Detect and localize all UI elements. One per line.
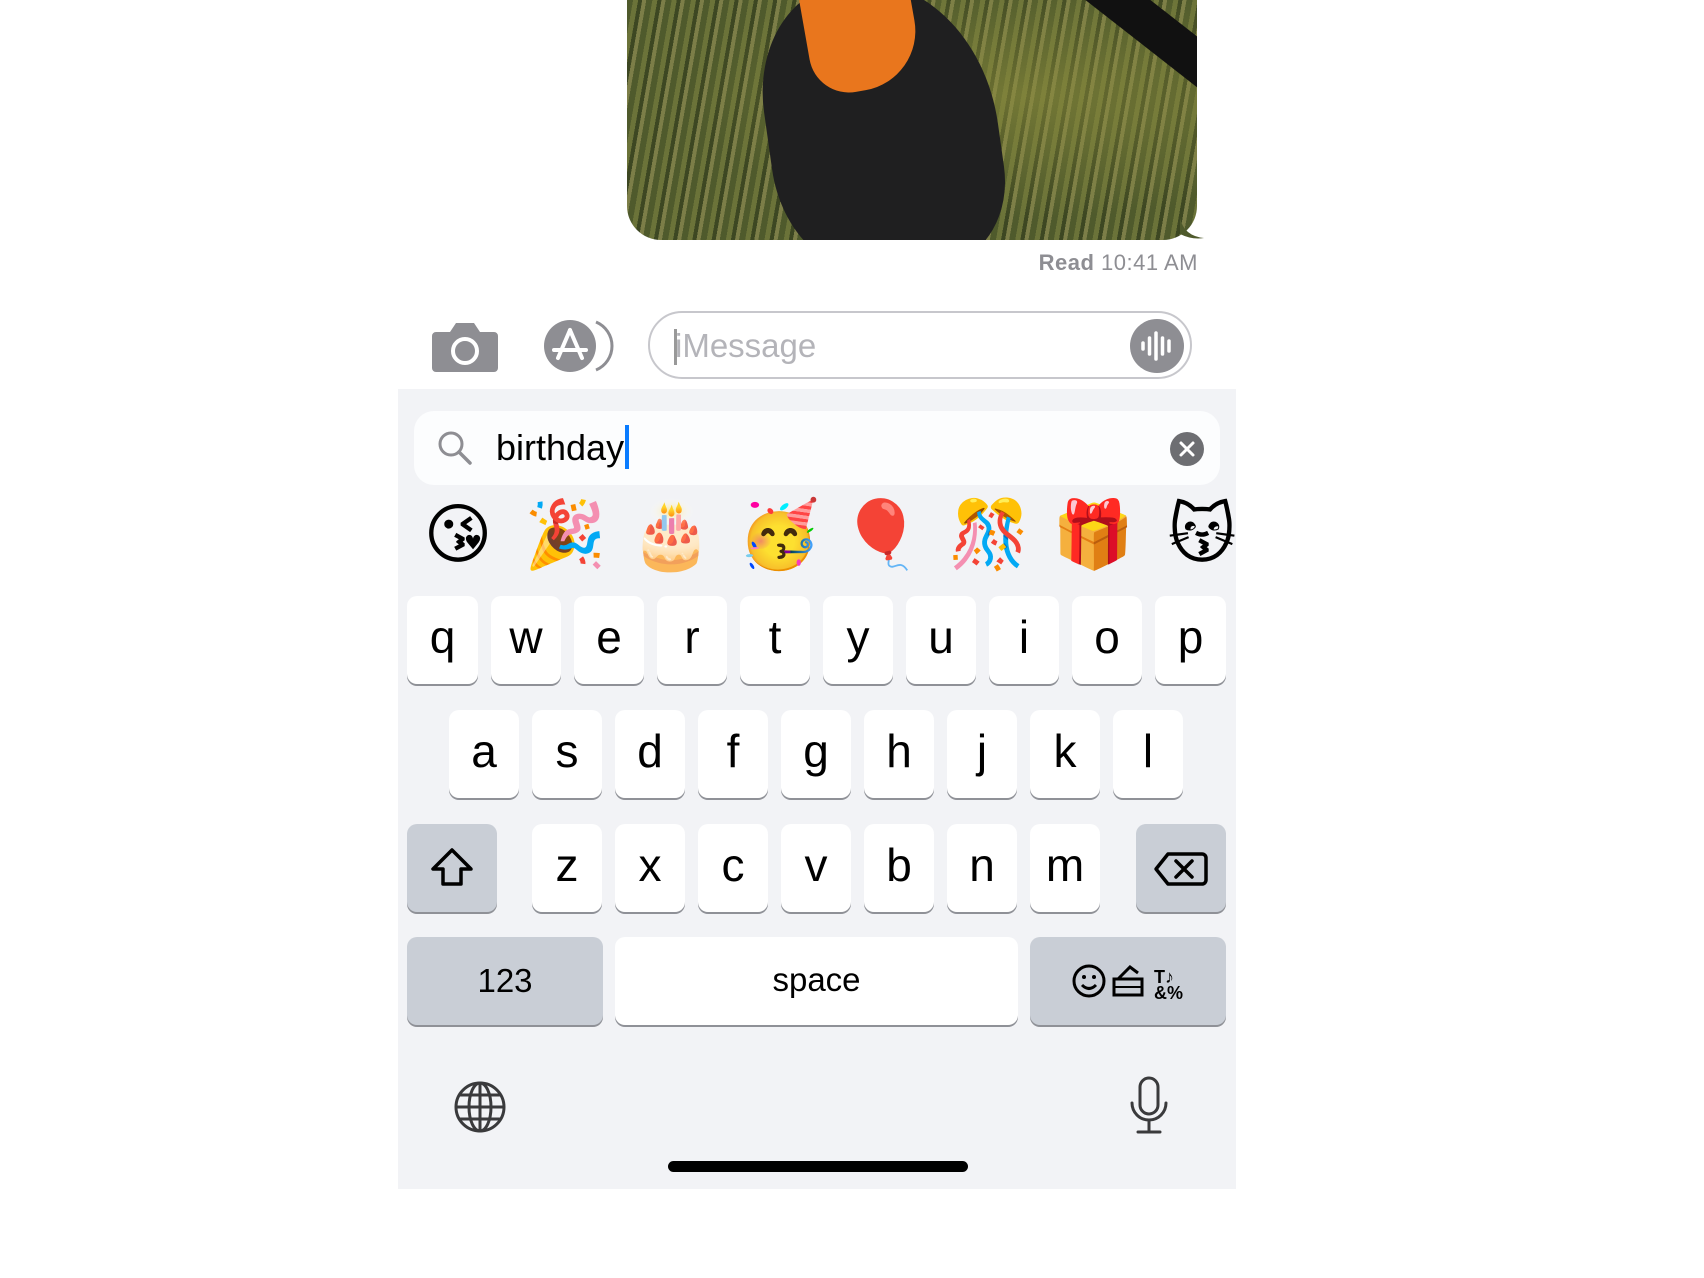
key-label: c	[721, 839, 745, 891]
emoji-result[interactable]: 🎉	[524, 495, 606, 575]
bubble-tail	[1180, 218, 1204, 239]
key-label: e	[596, 611, 622, 663]
key[interactable]: e	[574, 596, 644, 684]
key[interactable]: s	[532, 710, 602, 798]
search-icon	[438, 431, 472, 465]
emoji-result[interactable]: 🥳	[738, 495, 820, 575]
text-cursor	[625, 425, 630, 469]
key[interactable]: o	[1072, 596, 1142, 684]
microphone-icon	[1130, 1076, 1168, 1134]
key[interactable]: j	[947, 710, 1017, 798]
key-label: n	[969, 839, 995, 891]
key[interactable]: g	[781, 710, 851, 798]
globe-button[interactable]	[452, 1079, 508, 1135]
emoji-search-query: birthday	[496, 427, 625, 468]
emoji-search-field[interactable]: birthday	[414, 411, 1220, 485]
photo-message[interactable]	[627, 0, 1197, 240]
key-label: h	[886, 725, 912, 777]
key[interactable]: n	[947, 824, 1017, 912]
key-label: s	[555, 725, 579, 777]
camera-icon	[432, 323, 498, 372]
key[interactable]: t	[740, 596, 810, 684]
key[interactable]: x	[615, 824, 685, 912]
key-label: j	[976, 725, 988, 777]
key[interactable]: q	[407, 596, 478, 684]
globe-icon	[454, 1081, 506, 1133]
key[interactable]: z	[532, 824, 602, 912]
key[interactable]: y	[823, 596, 893, 684]
home-indicator[interactable]	[668, 1161, 968, 1172]
key-label: k	[1053, 725, 1077, 777]
key-label: p	[1177, 611, 1204, 663]
shift-arrow-icon	[431, 848, 473, 886]
key-label: q	[429, 611, 456, 663]
shift-key[interactable]	[407, 824, 497, 912]
key-label: t	[768, 611, 782, 663]
numbers-key[interactable]: 123	[407, 937, 603, 1025]
key-label: v	[804, 839, 828, 891]
key[interactable]: p	[1155, 596, 1226, 684]
emoji-result[interactable]: 🎊	[948, 495, 1030, 575]
key[interactable]: v	[781, 824, 851, 912]
key-label: a	[471, 725, 497, 777]
key[interactable]: h	[864, 710, 934, 798]
delete-key[interactable]	[1136, 824, 1226, 912]
clear-search-button[interactable]	[1170, 432, 1204, 466]
space-key-label: space	[772, 961, 861, 998]
emoji-result[interactable]: 😘	[418, 495, 498, 575]
symbols-glyph: &%	[1154, 983, 1183, 1003]
key[interactable]: d	[615, 710, 685, 798]
camera-button[interactable]	[432, 318, 498, 374]
close-icon	[1179, 441, 1195, 457]
key-label: f	[726, 725, 740, 777]
emoji-symbols-icon: T♪ &%	[1072, 964, 1183, 1003]
key[interactable]: w	[491, 596, 561, 684]
key-label: u	[928, 611, 954, 663]
key-label: o	[1094, 611, 1120, 663]
emoji-result[interactable]: 🎈	[840, 495, 922, 575]
emoji-result[interactable]: 😽	[1162, 495, 1236, 575]
audio-message-button[interactable]	[1130, 319, 1184, 373]
waveform-icon	[1141, 331, 1171, 361]
key[interactable]: f	[698, 710, 768, 798]
keyboard: birthday 😘 🎉 🎂 🥳 🎈 🎊 🎁 😽 q w e r t y u i…	[398, 389, 1236, 1189]
key[interactable]: k	[1030, 710, 1100, 798]
key[interactable]: m	[1030, 824, 1100, 912]
key-label: w	[509, 611, 543, 663]
emoji-result[interactable]: 🎂	[630, 495, 712, 575]
key-label: y	[846, 611, 870, 663]
message-input[interactable]: iMessage	[648, 311, 1192, 379]
key-label: m	[1045, 839, 1085, 891]
emoji-search-text: birthday	[496, 425, 630, 469]
emoji-results: 😘 🎉 🎂 🥳 🎈 🎊 🎁 😽	[398, 495, 1236, 575]
key[interactable]: l	[1113, 710, 1183, 798]
emoji-result[interactable]: 🎁	[1052, 495, 1134, 575]
space-key[interactable]: space	[615, 937, 1018, 1025]
key[interactable]: b	[864, 824, 934, 912]
emoji-keyboard-key[interactable]: T♪ &%	[1030, 937, 1226, 1025]
key[interactable]: a	[449, 710, 519, 798]
key-label: r	[684, 611, 700, 663]
key-label: d	[637, 725, 663, 777]
leash	[1047, 0, 1197, 94]
key-label: b	[886, 839, 912, 891]
key-label: l	[1142, 725, 1154, 777]
key-label: z	[555, 839, 579, 891]
app-store-icon	[544, 320, 614, 372]
message-placeholder: iMessage	[675, 327, 817, 364]
numbers-key-label: 123	[477, 962, 533, 999]
dictation-button[interactable]	[1126, 1075, 1172, 1137]
key-label: x	[638, 839, 662, 891]
backspace-icon	[1154, 852, 1208, 886]
key-label: g	[803, 725, 829, 777]
key[interactable]: u	[906, 596, 976, 684]
read-status-label: Read	[1038, 250, 1095, 275]
read-receipt: Read 10:41 AM	[1030, 250, 1198, 276]
key[interactable]: r	[657, 596, 727, 684]
key[interactable]: i	[989, 596, 1059, 684]
key-label: i	[1018, 611, 1030, 663]
app-store-button[interactable]	[538, 318, 616, 374]
key[interactable]: c	[698, 824, 768, 912]
read-time: 10:41 AM	[1101, 250, 1198, 275]
